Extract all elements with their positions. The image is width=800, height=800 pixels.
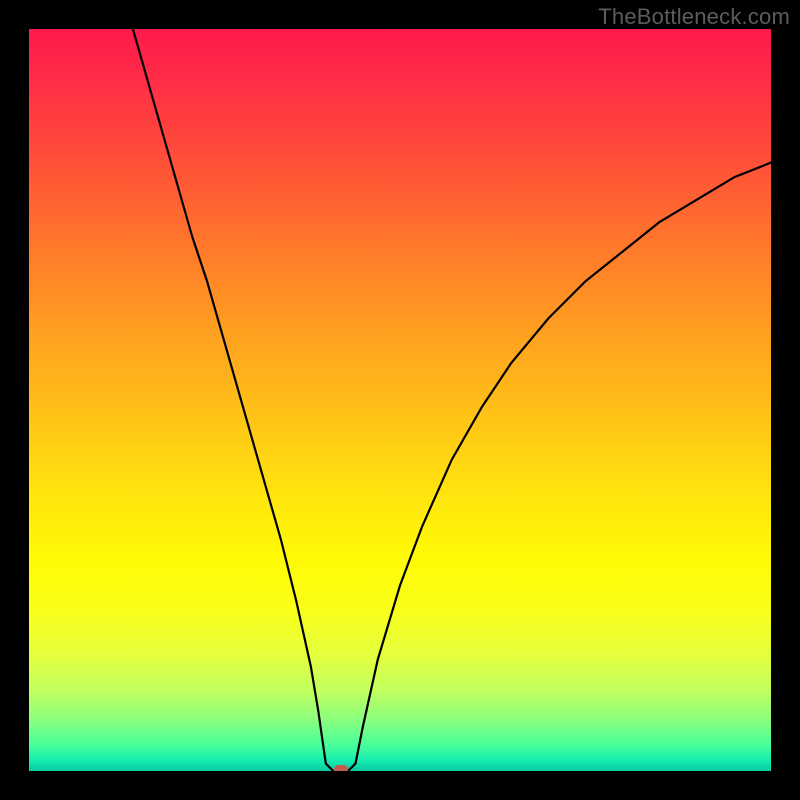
curve-svg — [29, 29, 771, 771]
bottleneck-curve — [133, 29, 771, 771]
watermark-text: TheBottleneck.com — [598, 4, 790, 30]
optimum-marker — [334, 765, 348, 771]
chart-frame: TheBottleneck.com — [0, 0, 800, 800]
plot-area — [29, 29, 771, 771]
